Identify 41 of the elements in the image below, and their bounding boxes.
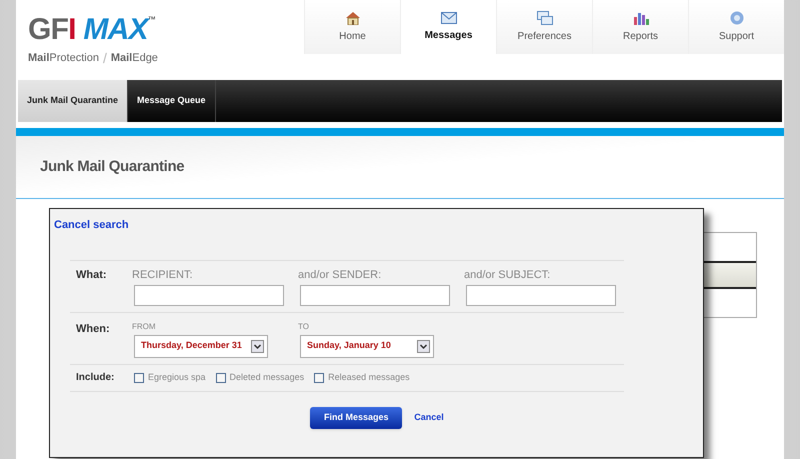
- text-field[interactable]: [134, 285, 284, 306]
- checkbox[interactable]: [134, 372, 144, 382]
- sub-tab[interactable]: Message Queue: [128, 80, 216, 122]
- what-label: What:: [75, 268, 108, 282]
- text-field[interactable]: [466, 285, 616, 306]
- product-name: MailProtection: [28, 51, 99, 66]
- date-label: TO: [298, 320, 310, 332]
- nav-tab[interactable]: Preferences: [496, 0, 592, 54]
- separator-slash: /: [102, 49, 107, 68]
- logo-text: GFI MAX: [28, 14, 148, 46]
- house-icon: [344, 10, 360, 24]
- date-dropdown[interactable]: Thursday, December 31: [134, 334, 268, 358]
- find-messages-button[interactable]: Find Messages: [310, 406, 402, 428]
- checkbox[interactable]: [314, 372, 324, 382]
- checkbox-label: Deleted messages: [230, 370, 304, 384]
- page-title: Junk Mail Quarantine: [40, 156, 184, 177]
- cancel-link[interactable]: Cancel: [414, 410, 444, 424]
- include-label: Include:: [75, 371, 116, 385]
- envelope-icon: [440, 12, 456, 24]
- field-label: and/or SENDER:: [298, 268, 382, 282]
- text-field[interactable]: [300, 285, 450, 306]
- nav-tab[interactable]: Home: [304, 0, 400, 54]
- windows-icon: [536, 10, 552, 24]
- nav-tab[interactable]: Support: [688, 0, 784, 54]
- field-label: and/or SUBJECT:: [464, 268, 552, 282]
- field-label: RECIPIENT:: [132, 268, 194, 282]
- date-label: FROM: [132, 320, 157, 332]
- cancel-search-link[interactable]: Cancel search: [54, 217, 129, 234]
- checkbox-label: Egregious spa: [148, 370, 206, 384]
- checkbox-label: Released messages: [328, 370, 410, 384]
- trademark-mark: ™: [148, 14, 156, 24]
- date-dropdown[interactable]: Sunday, January 10: [300, 334, 434, 358]
- when-label: When:: [75, 322, 111, 336]
- checkbox[interactable]: [216, 372, 226, 382]
- nav-tab[interactable]: Reports: [592, 0, 688, 54]
- bar-chart-icon: [632, 10, 648, 24]
- sub-tab[interactable]: Junk Mail Quarantine: [18, 80, 128, 122]
- help-icon: [730, 10, 744, 24]
- dropdown-icon: [417, 340, 430, 352]
- dropdown-icon: [251, 340, 264, 352]
- product-name: MailEdge: [110, 51, 158, 66]
